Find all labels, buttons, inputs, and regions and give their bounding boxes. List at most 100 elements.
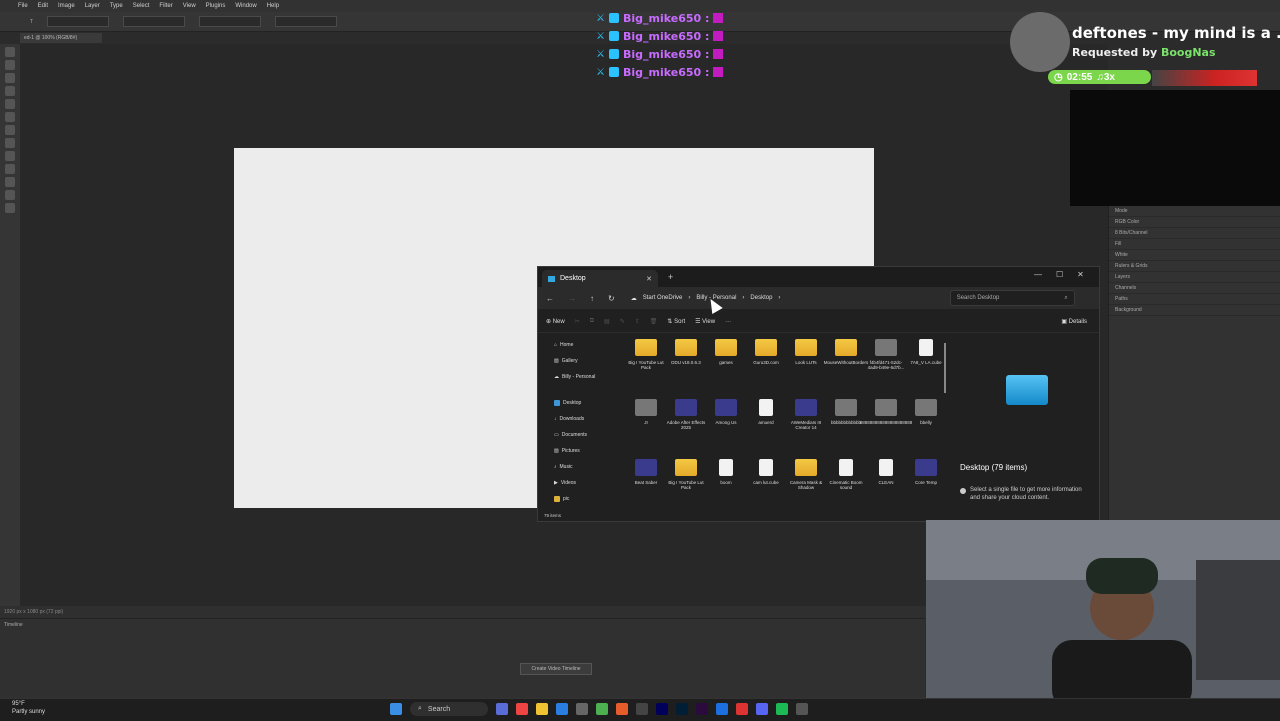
file-item[interactable]: 7A8_V LA.cube	[906, 339, 946, 399]
rename-icon[interactable]: ✎	[620, 318, 625, 325]
search-input[interactable]: Search Desktop ⌕	[949, 290, 1075, 306]
file-item[interactable]: Big I YouTube Lut Pack	[666, 459, 706, 519]
menu-window[interactable]: Window	[235, 3, 256, 9]
panel-row[interactable]: 8 Bits/Channel	[1109, 228, 1280, 239]
vscode-icon[interactable]	[556, 703, 568, 715]
crop-tool-icon[interactable]	[5, 86, 15, 96]
firefox-icon[interactable]	[616, 703, 628, 715]
chrome-icon[interactable]	[516, 703, 528, 715]
widget-app-icon[interactable]	[496, 703, 508, 715]
panel-row[interactable]: RGB Color	[1109, 217, 1280, 228]
delete-icon[interactable]: 🗑	[650, 318, 658, 325]
nav-item-pictures[interactable]: ▨ Pictures	[542, 443, 610, 459]
file-item[interactable]: AWeMediaIs III Creator 14	[786, 399, 826, 459]
file-item[interactable]: Guru3D.com	[746, 339, 786, 399]
breadcrumb-item[interactable]: Start OneDrive	[643, 295, 683, 301]
close-icon[interactable]: ✕	[1077, 270, 1084, 279]
pen-tool-icon[interactable]	[5, 164, 15, 174]
gradient-tool-icon[interactable]	[5, 151, 15, 161]
create-video-timeline-button[interactable]: Create Video Timeline	[520, 663, 592, 675]
more-options-button[interactable]: ···	[725, 319, 731, 325]
panel-row[interactable]: Paths	[1109, 294, 1280, 305]
spotify-icon[interactable]	[776, 703, 788, 715]
file-item[interactable]: CLEAN	[866, 459, 906, 519]
discord-icon[interactable]	[756, 703, 768, 715]
menu-type[interactable]: Type	[110, 3, 123, 9]
nav-item-music[interactable]: ♪ Music	[542, 459, 610, 475]
panel-row[interactable]: Rulers & Grids	[1109, 261, 1280, 272]
file-item[interactable]: Cinematic Boom sound	[826, 459, 866, 519]
obs-icon[interactable]	[636, 703, 648, 715]
menu-select[interactable]: Select	[133, 3, 150, 9]
eyedropper-tool-icon[interactable]	[5, 99, 15, 109]
xbox-icon[interactable]	[596, 703, 608, 715]
copy-icon[interactable]: ⧉	[590, 318, 594, 325]
file-item[interactable]: cam lut.cube	[746, 459, 786, 519]
file-explorer-icon[interactable]	[536, 703, 548, 715]
file-item[interactable]: 888888888888888888888	[860, 399, 912, 459]
nav-item-desktop[interactable]: Desktop	[542, 395, 610, 411]
panel-row[interactable]: Layers	[1109, 272, 1280, 283]
chevron-right-icon[interactable]: ›	[778, 295, 780, 301]
edge-icon[interactable]	[716, 703, 728, 715]
nav-item-gallery[interactable]: ▧ Gallery	[542, 353, 610, 369]
taskbar-search[interactable]: ⌕ Search	[410, 702, 488, 716]
anti-alias-field[interactable]	[275, 16, 338, 27]
forward-icon[interactable]: →	[568, 294, 576, 303]
move-tool-icon[interactable]	[5, 47, 15, 57]
share-icon[interactable]: ⇪	[635, 318, 640, 325]
menu-help[interactable]: Help	[267, 3, 279, 9]
chevron-right-icon[interactable]: ›	[688, 295, 690, 301]
app-icon[interactable]	[736, 703, 748, 715]
menu-view[interactable]: View	[183, 3, 196, 9]
paste-icon[interactable]: ▤	[604, 318, 610, 325]
font-family-field[interactable]	[47, 16, 110, 27]
minimize-icon[interactable]: —	[1034, 270, 1042, 279]
file-item[interactable]: DDU v18.0.6.3	[666, 339, 706, 399]
nav-item-videos[interactable]: ▶ Videos	[542, 475, 610, 491]
stamp-tool-icon[interactable]	[5, 125, 15, 135]
nav-item-home[interactable]: ⌂ Home	[542, 337, 610, 353]
maximize-icon[interactable]: ☐	[1056, 270, 1063, 279]
nav-item-onedrive[interactable]: ☁ Billy - Personal	[542, 369, 610, 385]
file-item[interactable]: Core Temp	[906, 459, 946, 519]
menu-file[interactable]: File	[18, 3, 28, 9]
details-button[interactable]: ▣ Details	[1061, 318, 1087, 325]
layer-row[interactable]: Background	[1109, 305, 1280, 316]
panel-row[interactable]: White	[1109, 250, 1280, 261]
type-tool-icon[interactable]	[5, 177, 15, 187]
font-style-field[interactable]	[123, 16, 186, 27]
zoom-tool-icon[interactable]	[5, 203, 15, 213]
weather-widget[interactable]: 95°F Partly sunny	[12, 700, 45, 716]
nav-item-downloads[interactable]: ↓ Downloads	[542, 411, 610, 427]
menu-edit[interactable]: Edit	[38, 3, 48, 9]
explorer-tab[interactable]: Desktop ✕	[542, 270, 658, 287]
marquee-tool-icon[interactable]	[5, 60, 15, 70]
file-item[interactable]: Big I YouTube Lut Pack	[626, 339, 666, 399]
file-item[interactable]: Adobe After Effects 2025	[666, 399, 706, 459]
new-button[interactable]: ⊕ New	[546, 318, 565, 325]
chevron-right-icon[interactable]: ›	[742, 295, 744, 301]
file-item[interactable]: MouseWithoutBorders	[824, 339, 868, 399]
new-tab-icon[interactable]: +	[668, 272, 673, 282]
file-item[interactable]: boom	[706, 459, 746, 519]
after-effects-icon[interactable]	[656, 703, 668, 715]
file-item[interactable]: amuerd	[746, 399, 786, 459]
view-button[interactable]: ☰ View	[695, 318, 715, 325]
close-tab-icon[interactable]: ✕	[646, 275, 652, 283]
eraser-tool-icon[interactable]	[5, 138, 15, 148]
refresh-icon[interactable]: ↻	[608, 294, 615, 303]
file-item[interactable]: games	[706, 339, 746, 399]
panel-row[interactable]: Channels	[1109, 283, 1280, 294]
cut-icon[interactable]: ✂	[575, 318, 580, 325]
terminal-icon[interactable]	[576, 703, 588, 715]
brush-tool-icon[interactable]	[5, 112, 15, 122]
scrollbar[interactable]	[944, 343, 946, 393]
up-icon[interactable]: ↑	[590, 294, 594, 303]
menu-layer[interactable]: Layer	[85, 3, 100, 9]
file-item[interactable]: Look LUTs	[786, 339, 826, 399]
nav-item-pic[interactable]: pic	[542, 491, 610, 507]
start-icon[interactable]	[390, 703, 402, 715]
back-icon[interactable]: ←	[546, 294, 554, 303]
menu-plugins[interactable]: Plugins	[206, 3, 226, 9]
